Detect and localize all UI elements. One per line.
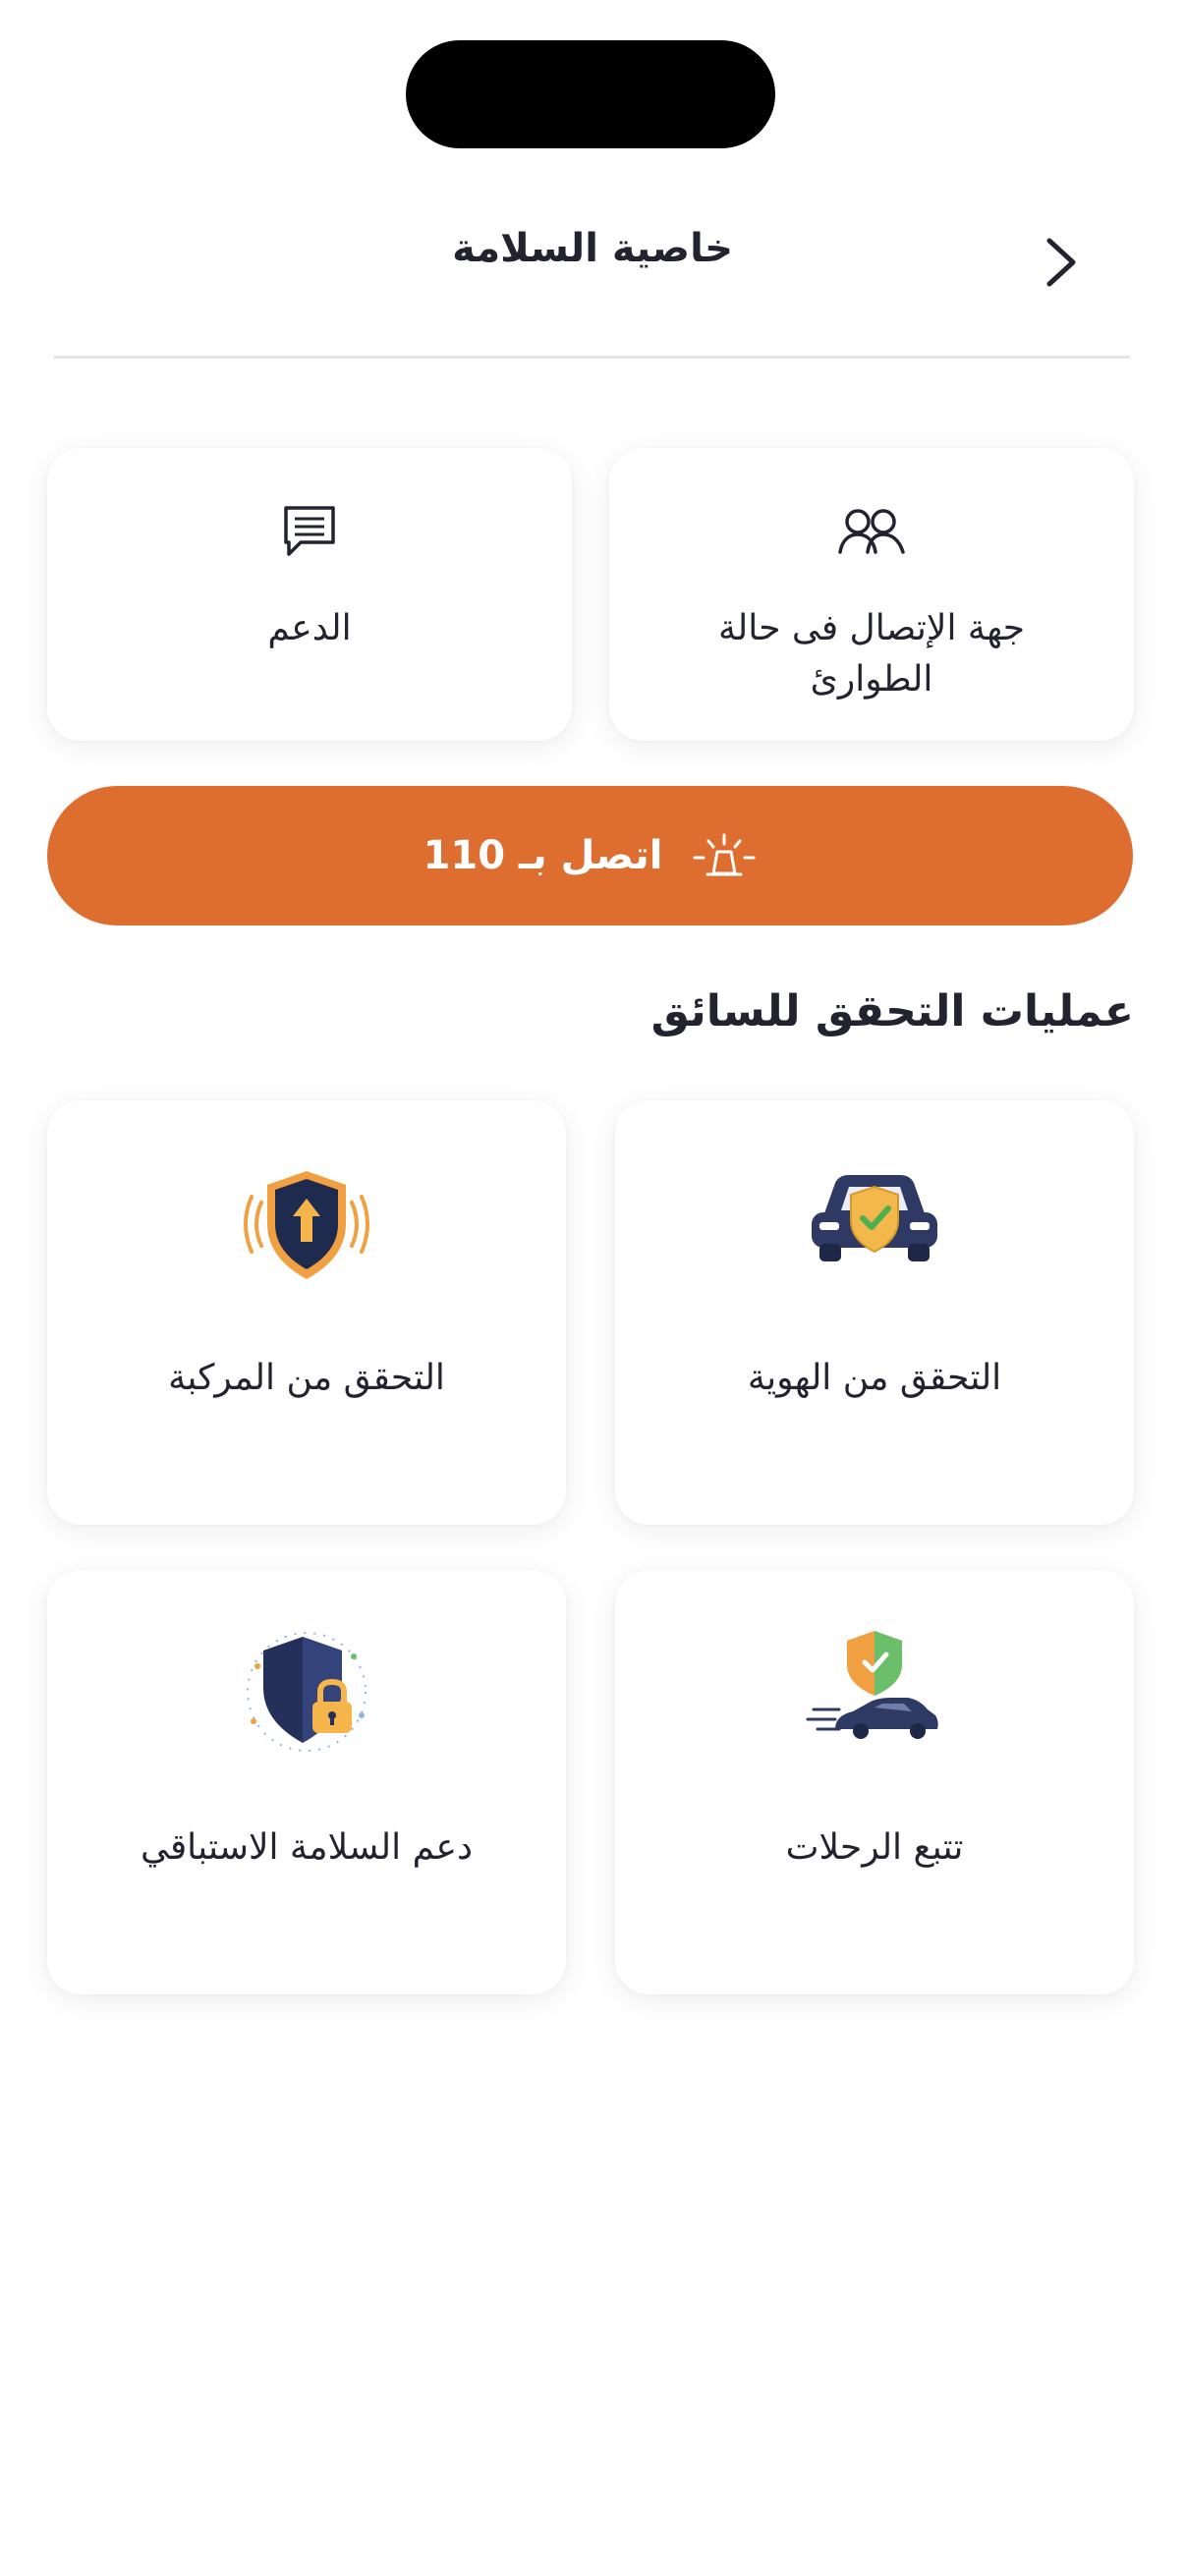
vehicle-verification-label: التحقق من المركبة <box>168 1358 445 1398</box>
section-title: عمليات التحقق للسائق <box>650 986 1134 1036</box>
identity-verification-label: التحقق من الهوية <box>747 1358 1002 1398</box>
chat-icon <box>284 506 335 556</box>
call-110-label: اتصل بـ 110 <box>423 833 663 878</box>
chevron-right-icon <box>1046 238 1076 287</box>
camera-notch <box>406 40 775 148</box>
call-110-button[interactable]: اتصل بـ 110 <box>47 786 1133 925</box>
header: خاصية السلامة <box>0 196 1185 334</box>
identity-verification-card[interactable]: التحقق من الهوية <box>615 1100 1134 1525</box>
trip-tracking-label: تتبع الرحلات <box>785 1827 964 1868</box>
trip-tracking-card[interactable]: تتبع الرحلات <box>615 1570 1134 1994</box>
proactive-safety-label: دعم السلامة الاستباقي <box>140 1827 474 1868</box>
shield-arrow-icon <box>244 1171 369 1279</box>
car-shield-icon <box>812 1175 937 1261</box>
vehicle-verification-card[interactable]: التحقق من المركبة <box>47 1100 566 1525</box>
shield-lock-icon <box>247 1632 367 1752</box>
page-title: خاصية السلامة <box>452 226 733 271</box>
support-label: الدعم <box>267 608 352 648</box>
siren-icon <box>693 833 756 876</box>
back-button[interactable] <box>1032 228 1091 297</box>
emergency-contacts-card[interactable]: جهة الإتصال فى حالة الطوارئ <box>609 448 1134 741</box>
emergency-contacts-label: جهة الإتصال فى حالة الطوارئ <box>717 608 1026 700</box>
proactive-safety-card[interactable]: دعم السلامة الاستباقي <box>47 1570 566 1994</box>
header-divider <box>54 356 1130 359</box>
support-card[interactable]: الدعم <box>47 448 572 741</box>
contacts-icon <box>838 509 905 554</box>
car-tracking-icon <box>806 1631 938 1739</box>
